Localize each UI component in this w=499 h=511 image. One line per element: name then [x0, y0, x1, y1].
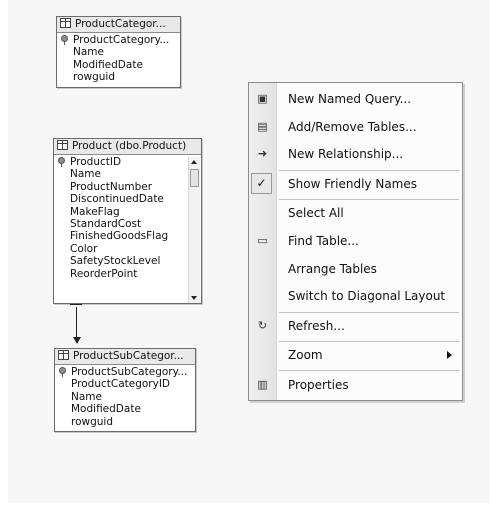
menu-item-new-named-query[interactable]: ▣ New Named Query...	[249, 85, 462, 113]
menu-item-label: Add/Remove Tables...	[288, 120, 417, 134]
vertical-scrollbar[interactable]	[188, 157, 200, 303]
column-name: ProductID	[70, 156, 122, 168]
menu-item-label: Show Friendly Names	[288, 177, 417, 191]
column-name: ReorderPoint	[70, 267, 138, 280]
menu-item-label: Refresh...	[288, 319, 345, 333]
menu-item-label: Zoom	[288, 348, 323, 362]
column-row[interactable]: ProductSubCategory...	[55, 366, 195, 378]
menu-item-label: New Relationship...	[288, 147, 404, 161]
column-row[interactable]: Name	[55, 391, 195, 403]
table-title: ProductSubCategor...	[73, 350, 184, 362]
menu-item-label: Properties	[288, 378, 349, 392]
column-row[interactable]: ProductCategoryID	[55, 378, 195, 390]
column-name: SafetyStockLevel	[70, 255, 161, 268]
column-row[interactable]: Color	[54, 243, 201, 255]
context-menu: ▣ New Named Query... ▤ Add/Remove Tables…	[248, 82, 463, 401]
table-title-bar[interactable]: Product (dbo.Product)	[54, 139, 201, 155]
column-row[interactable]: rowguid	[55, 416, 195, 428]
column-name: Name	[71, 390, 102, 403]
menu-item-find-table[interactable]: ▭ Find Table...	[249, 227, 462, 255]
find-table-icon: ▭	[257, 234, 268, 247]
column-row[interactable]: ModifiedDate	[55, 403, 195, 415]
menu-item-add-remove-tables[interactable]: ▤ Add/Remove Tables...	[249, 113, 462, 141]
menu-item-label: Arrange Tables	[288, 262, 377, 276]
relationship-line[interactable]	[76, 307, 77, 339]
column-row[interactable]: DiscontinuedDate	[54, 193, 201, 205]
column-name: ModifiedDate	[73, 58, 143, 71]
primary-key-icon	[58, 157, 65, 167]
relationship-arrow-icon	[73, 337, 81, 344]
column-name: ProductNumber	[70, 180, 153, 193]
primary-key-icon	[61, 35, 68, 45]
relationship-endpoint	[70, 304, 82, 305]
column-row[interactable]: rowguid	[57, 71, 180, 83]
primary-key-icon	[59, 367, 66, 377]
column-row[interactable]: StandardCost	[54, 218, 201, 230]
table-title-bar[interactable]: ProductCategor...	[57, 17, 180, 33]
menu-item-label: Select All	[288, 206, 344, 220]
table-productsubcategory[interactable]: ProductSubCategor... ProductSubCategory.…	[54, 348, 196, 432]
column-name: ModifiedDate	[71, 403, 141, 416]
table-product[interactable]: Product (dbo.Product) ProductID Name Pro…	[53, 138, 202, 304]
menu-item-new-relationship[interactable]: ➜ New Relationship...	[249, 140, 462, 168]
column-name: Color	[70, 242, 98, 255]
menu-item-arrange-tables[interactable]: Arrange Tables	[249, 255, 462, 283]
table-productcategory[interactable]: ProductCategor... ProductCategory... Nam…	[56, 16, 181, 88]
table-icon	[57, 140, 68, 150]
menu-item-zoom[interactable]: Zoom	[249, 341, 462, 369]
column-row[interactable]: ModifiedDate	[57, 59, 180, 71]
menu-item-switch-diagonal-layout[interactable]: Switch to Diagonal Layout	[249, 282, 462, 310]
column-name: Name	[70, 168, 101, 181]
column-row[interactable]: ProductNumber	[54, 181, 201, 193]
table-icon	[58, 350, 69, 360]
scroll-thumb[interactable]	[190, 169, 199, 187]
properties-icon: ▥	[257, 378, 268, 391]
column-name: ProductCategoryID	[71, 378, 171, 391]
menu-item-label: Switch to Diagonal Layout	[288, 289, 446, 303]
column-name: Name	[73, 46, 104, 59]
column-name: rowguid	[73, 71, 115, 84]
column-row[interactable]: Name	[57, 46, 180, 58]
add-remove-tables-icon: ▤	[257, 120, 268, 133]
checkmark-icon: ✓	[251, 173, 272, 194]
column-row[interactable]: Name	[54, 168, 201, 180]
menu-item-select-all[interactable]: Select All	[249, 199, 462, 227]
column-name: rowguid	[71, 415, 113, 428]
menu-item-properties[interactable]: ▥ Properties	[249, 371, 462, 399]
column-name: ProductSubCategory...	[71, 366, 188, 378]
menu-item-label: Find Table...	[288, 234, 359, 248]
column-row[interactable]: SafetyStockLevel	[54, 255, 201, 267]
column-row[interactable]: ProductCategory...	[57, 34, 180, 46]
submenu-arrow-icon	[447, 351, 452, 359]
column-row[interactable]: ProductID	[54, 156, 201, 168]
column-row[interactable]: ReorderPoint	[54, 268, 201, 280]
refresh-icon: ↻	[257, 319, 268, 332]
column-row[interactable]: FinishedGoodsFlag	[54, 230, 201, 242]
table-title: Product (dbo.Product)	[72, 140, 187, 152]
column-name: DiscontinuedDate	[70, 193, 164, 206]
scroll-down-icon[interactable]	[191, 296, 197, 300]
table-title: ProductCategor...	[75, 18, 166, 30]
menu-item-show-friendly-names[interactable]: ✓ Show Friendly Names	[249, 170, 462, 198]
scroll-up-icon[interactable]	[191, 160, 197, 164]
named-query-icon: ▣	[257, 92, 268, 105]
new-relationship-icon: ➜	[257, 147, 268, 160]
menu-item-label: New Named Query...	[288, 92, 412, 106]
column-name: MakeFlag	[70, 205, 120, 218]
table-icon	[60, 18, 71, 28]
menu-item-refresh[interactable]: ↻ Refresh...	[249, 312, 462, 340]
column-name: FinishedGoodsFlag	[70, 230, 169, 243]
column-name: ProductCategory...	[73, 34, 170, 46]
column-row[interactable]: MakeFlag	[54, 206, 201, 218]
column-name: StandardCost	[70, 217, 142, 230]
table-title-bar[interactable]: ProductSubCategor...	[55, 349, 195, 365]
